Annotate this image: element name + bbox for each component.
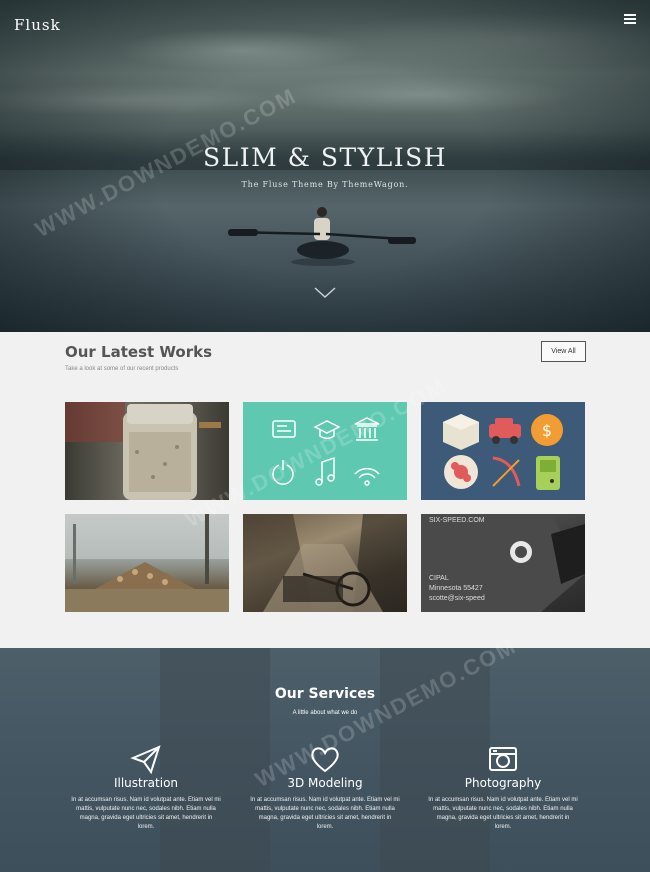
card-text-2: CIPAL — [429, 575, 449, 582]
card-text-1: SIX-SPEED.COM — [429, 517, 485, 524]
service-name: Photography — [464, 776, 542, 790]
portfolio-tile-jar[interactable] — [65, 402, 229, 500]
services-title: Our Services — [274, 686, 376, 702]
camera-icon — [489, 747, 517, 771]
portfolio-tile-flat-icons[interactable]: $ — [421, 402, 585, 500]
services-subtitle: A little about what we do — [292, 710, 358, 716]
flat-icons-graphic: $ — [443, 414, 563, 490]
works-title: Our Latest Works — [65, 343, 213, 361]
hero-section: Flusk SLIM & STYLISH The Fluse Theme By … — [0, 0, 650, 332]
site-logo[interactable]: Flusk — [14, 16, 61, 34]
latest-works-section: Our Latest Works Take a look at some of … — [0, 332, 650, 648]
portfolio-tile-business-card[interactable]: SIX-SPEED.COM CIPAL Minnesota 55427 scot… — [421, 514, 585, 612]
service-name: Illustration — [113, 776, 179, 790]
card-text-3: Minnesota 55427 — [429, 585, 483, 592]
card-text-4: scotte@six-speed — [429, 595, 485, 602]
business-card-photo: SIX-SPEED.COM CIPAL Minnesota 55427 scot… — [421, 514, 585, 612]
portfolio-tile-street[interactable] — [243, 514, 407, 612]
paper-plane-icon — [130, 745, 161, 774]
svg-text:$: $ — [542, 421, 552, 440]
service-description: In at accumsan risus. Nam id volutpat an… — [71, 797, 221, 830]
street-bike-photo — [243, 514, 407, 612]
service-description: In at accumsan risus. Nam id volutpat an… — [428, 797, 578, 830]
service-photography: Photography In at accumsan risus. Nam id… — [428, 744, 578, 832]
hero-title: SLIM & STYLISH — [202, 143, 448, 172]
works-subtitle: Take a look at some of our recent produc… — [65, 366, 179, 372]
service-description: In at accumsan risus. Nam id volutpat an… — [250, 797, 400, 830]
jar-photo — [65, 402, 221, 500]
service-illustration: Illustration In at accumsan risus. Nam i… — [71, 744, 221, 832]
chevron-down-icon[interactable] — [313, 286, 337, 300]
logs-photo — [65, 514, 229, 612]
view-all-button[interactable]: View All — [541, 341, 586, 362]
hamburger-menu-icon[interactable] — [624, 14, 636, 25]
portfolio-tile-logs[interactable] — [65, 514, 229, 612]
